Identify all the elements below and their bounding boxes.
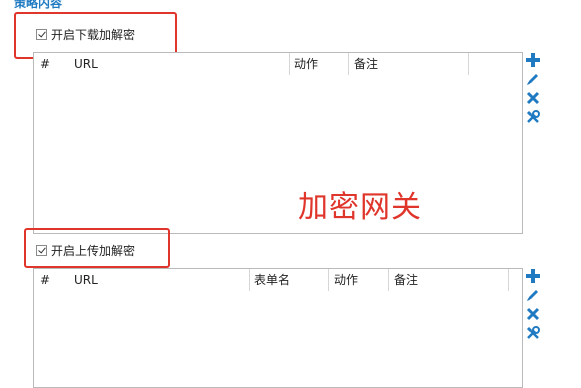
- upload-toolbar: [525, 268, 541, 344]
- delete-icon[interactable]: [525, 90, 541, 106]
- upload-col-action[interactable]: 动作: [328, 269, 389, 291]
- upload-table-header: # URL 表单名 动作 备注: [34, 269, 522, 291]
- download-table-header: # URL 动作 备注: [34, 53, 522, 75]
- upload-col-remark[interactable]: 备注: [388, 269, 509, 291]
- edit-icon[interactable]: [525, 287, 541, 303]
- gateway-annotation: 加密网关: [298, 190, 422, 225]
- upload-col-index[interactable]: #: [34, 269, 66, 291]
- download-col-index[interactable]: #: [34, 53, 66, 75]
- upload-col-form-name[interactable]: 表单名: [248, 269, 329, 291]
- tools-icon[interactable]: [525, 325, 541, 341]
- download-col-remark[interactable]: 备注: [348, 53, 469, 75]
- tools-icon[interactable]: [525, 109, 541, 125]
- edit-icon[interactable]: [525, 71, 541, 87]
- delete-icon[interactable]: [525, 306, 541, 322]
- download-encrypt-checkbox-row[interactable]: 开启下载加解密: [36, 26, 135, 43]
- download-col-action[interactable]: 动作: [288, 53, 349, 75]
- upload-col-url[interactable]: URL: [68, 269, 250, 291]
- section-title: 策略内容: [14, 0, 63, 10]
- download-col-url[interactable]: URL: [68, 53, 290, 75]
- download-encrypt-checkbox[interactable]: [36, 29, 47, 40]
- download-encrypt-label: 开启下载加解密: [51, 28, 136, 42]
- upload-encrypt-label: 开启上传加解密: [51, 244, 136, 258]
- add-icon[interactable]: [525, 268, 541, 284]
- add-icon[interactable]: [525, 52, 541, 68]
- upload-encrypt-checkbox-row[interactable]: 开启上传加解密: [36, 242, 135, 259]
- upload-encrypt-checkbox[interactable]: [36, 245, 47, 256]
- upload-rules-table[interactable]: # URL 表单名 动作 备注: [33, 268, 523, 388]
- download-toolbar: [525, 52, 541, 128]
- download-rules-table[interactable]: # URL 动作 备注: [33, 52, 523, 234]
